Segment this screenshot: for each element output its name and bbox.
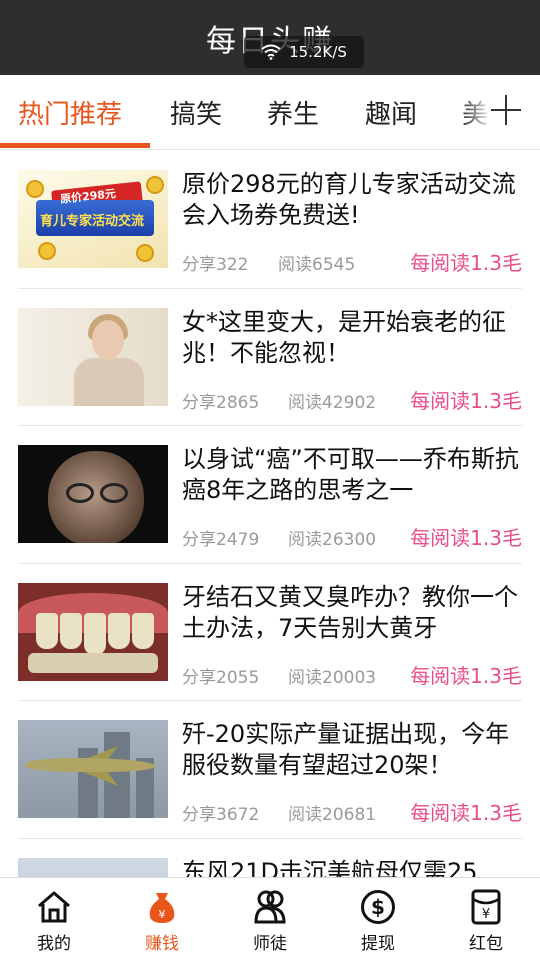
list-item[interactable]: 女*这里变大，是开始衰老的征兆！不能忽视！ 分享2865 阅读42902 每阅读… [18, 289, 522, 426]
article-feed[interactable]: 原价298元 育儿专家活动交流 原价298元的育儿专家活动交流会入场券免费送! … [0, 151, 540, 960]
share-count: 分享3672 [182, 805, 260, 825]
article-meta: 分享2865 阅读42902 每阅读1.3毛 [182, 385, 522, 413]
article-meta: 分享322 阅读6545 每阅读1.3毛 [182, 247, 522, 275]
read-count: 阅读42902 [288, 392, 377, 413]
people-icon [250, 888, 290, 926]
add-category-button[interactable] [486, 90, 526, 130]
svg-text:¥: ¥ [482, 907, 490, 922]
list-item[interactable]: 歼-20实际产量证据出现，今年服役数量有望超过20架！ 分享3672 阅读206… [18, 701, 522, 839]
reward-rate: 每阅读1.3毛 [410, 251, 522, 275]
reward-rate: 每阅读1.3毛 [410, 388, 522, 413]
nav-item-mentor[interactable]: 师徒 [216, 878, 324, 960]
article-thumbnail: 原价298元 育儿专家活动交流 [18, 170, 168, 268]
share-count: 分享2479 [182, 530, 260, 550]
tab-anecdotes[interactable]: 趣闻 [365, 75, 417, 149]
article-title: 以身试“癌”不可取——乔布斯抗癌8年之路的思考之一 [182, 445, 519, 504]
share-count: 分享2865 [182, 392, 260, 413]
read-count: 阅读20003 [288, 667, 377, 688]
article-title: 原价298元的育儿专家活动交流会入场券免费送! [182, 170, 516, 229]
network-speed-text: 15.2K/S [289, 43, 347, 61]
list-item[interactable]: 以身试“癌”不可取——乔布斯抗癌8年之路的思考之一 分享2479 阅读26300… [18, 426, 522, 564]
article-meta: 分享2055 阅读20003 每阅读1.3毛 [182, 660, 522, 688]
nav-label: 红包 [469, 934, 503, 954]
thumb-banner-text: 育儿专家活动交流 [40, 214, 145, 229]
tab-funny[interactable]: 搞笑 [170, 75, 222, 149]
nav-label: 赚钱 [145, 934, 179, 954]
nav-label: 提现 [361, 934, 395, 954]
nav-item-earn[interactable]: ¥ 赚钱 [108, 878, 216, 960]
app-header: 每日头赚 15.2K/S [0, 0, 540, 75]
svg-text:¥: ¥ [159, 908, 166, 921]
list-item[interactable]: 牙结石又黄又臭咋办？教你一个土办法，7天告别大黄牙 分享2055 阅读20003… [18, 564, 522, 701]
read-count: 阅读26300 [288, 530, 377, 550]
article-title: 歼-20实际产量证据出现，今年服役数量有望超过20架！ [182, 720, 510, 779]
nav-label: 我的 [37, 934, 71, 954]
share-count: 分享2055 [182, 667, 260, 688]
article-meta: 分享3672 阅读20681 每阅读1.3毛 [182, 797, 522, 825]
reward-rate: 每阅读1.3毛 [410, 526, 522, 550]
network-speed-overlay: 15.2K/S [244, 36, 364, 68]
active-tab-indicator [0, 143, 150, 148]
article-title: 女*这里变大，是开始衰老的征兆！不能忽视！ [182, 307, 506, 367]
wifi-icon [261, 44, 281, 60]
reward-rate: 每阅读1.3毛 [410, 801, 522, 825]
red-envelope-icon: ¥ [466, 888, 506, 926]
nav-label: 师徒 [253, 934, 287, 954]
article-thumbnail [18, 445, 168, 543]
read-count: 阅读20681 [288, 805, 377, 825]
article-meta: 分享2479 阅读26300 每阅读1.3毛 [182, 522, 522, 550]
money-bag-icon: ¥ [142, 888, 182, 926]
svg-text:$: $ [371, 895, 385, 919]
tab-hot-recommend[interactable]: 热门推荐 [18, 75, 122, 149]
nav-item-mine[interactable]: 我的 [0, 878, 108, 960]
tab-health[interactable]: 养生 [267, 75, 319, 149]
share-count: 分享322 [182, 255, 249, 275]
bottom-nav: 我的 ¥ 赚钱 师徒 $ 提现 ¥ 红包 [0, 877, 540, 960]
article-thumbnail [18, 582, 168, 681]
list-item[interactable]: 原价298元 育儿专家活动交流 原价298元的育儿专家活动交流会入场券免费送! … [18, 151, 522, 289]
article-thumbnail [18, 307, 168, 406]
article-title: 牙结石又黄又臭咋办？教你一个土办法，7天告别大黄牙 [182, 582, 518, 642]
dollar-icon: $ [358, 888, 398, 926]
read-count: 阅读6545 [278, 255, 356, 275]
nav-item-withdraw[interactable]: $ 提现 [324, 878, 432, 960]
home-icon [34, 888, 74, 926]
article-thumbnail [18, 720, 168, 818]
category-tabs: 热门推荐 搞笑 养生 趣闻 美 [0, 75, 540, 150]
reward-rate: 每阅读1.3毛 [410, 663, 522, 688]
nav-item-red-envelope[interactable]: ¥ 红包 [432, 878, 540, 960]
